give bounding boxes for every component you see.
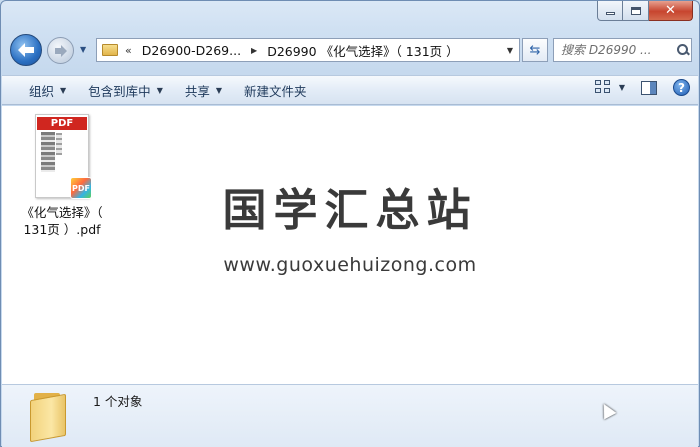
chevron-down-icon: ▼ xyxy=(60,85,67,95)
address-dropdown-button[interactable]: ▼ xyxy=(501,39,519,61)
back-button[interactable] xyxy=(10,34,42,66)
command-bar-right: ▼ ? xyxy=(594,79,690,96)
watermark-url: www.guoxuehuizong.com xyxy=(223,254,477,276)
organize-label: 组织 xyxy=(29,83,55,99)
object-count: 1 个对象 xyxy=(93,394,143,409)
command-bar: 组织 ▼ 包含到库中 ▼ 共享 ▼ 新建文件夹 ▼ ? xyxy=(2,75,698,105)
forward-button[interactable] xyxy=(47,37,74,64)
search-input[interactable] xyxy=(561,43,673,57)
close-button[interactable]: ✕ xyxy=(649,1,693,21)
chevron-down-icon: ▼ xyxy=(215,85,223,95)
include-in-library-label: 包含到库中 xyxy=(88,83,151,99)
caption-buttons: ✕ xyxy=(597,1,693,21)
folder-large-icon xyxy=(30,393,66,443)
minimize-icon xyxy=(605,12,615,15)
forward-arrow-icon xyxy=(54,44,67,57)
include-in-library-menu[interactable]: 包含到库中 ▼ xyxy=(77,78,174,102)
file-list-pane[interactable]: PDF PDF 《化气选择》（ 131页 ）.pdf 国学汇总站 www.guo… xyxy=(2,106,698,384)
breadcrumb-separator-icon[interactable]: ▶ xyxy=(251,46,257,55)
back-arrow-icon xyxy=(18,43,34,57)
breadcrumb-overflow-chevron[interactable]: « xyxy=(125,44,132,57)
new-folder-button[interactable]: 新建文件夹 xyxy=(233,78,318,102)
scan-preview xyxy=(41,132,55,172)
scan-preview-secondary xyxy=(56,133,62,155)
new-folder-label: 新建文件夹 xyxy=(244,83,307,99)
recent-pages-dropdown[interactable]: ▼ xyxy=(80,45,90,55)
watermark: 国学汇总站 www.guoxuehuizong.com xyxy=(2,174,698,276)
search-box[interactable] xyxy=(553,38,692,62)
search-icon[interactable] xyxy=(677,44,689,56)
details-pane: 1 个对象 xyxy=(2,384,698,447)
chevron-down-icon: ▼ xyxy=(156,85,163,95)
preview-pane-icon[interactable] xyxy=(641,80,657,95)
organize-menu[interactable]: 组织 ▼ xyxy=(18,78,77,102)
minimize-button[interactable] xyxy=(597,1,623,21)
views-icon[interactable] xyxy=(594,79,613,96)
pdf-banner: PDF xyxy=(37,117,87,130)
help-icon[interactable]: ? xyxy=(673,79,690,96)
explorer-window: ✕ ▼ « D26900-D269... ▶ D26990 《化气选择》（ 13… xyxy=(0,0,700,447)
share-menu[interactable]: 共享 ▼ xyxy=(174,78,233,102)
maximize-icon xyxy=(630,6,641,15)
refresh-icon: ⇆ xyxy=(529,42,541,58)
maximize-button[interactable] xyxy=(623,1,649,21)
mouse-cursor-icon xyxy=(597,400,617,420)
views-dropdown-button[interactable]: ▼ xyxy=(619,83,625,92)
refresh-button[interactable]: ⇆ xyxy=(522,38,548,62)
close-icon: ✕ xyxy=(665,3,676,18)
share-label: 共享 xyxy=(184,83,210,99)
breadcrumb-current[interactable]: D26990 《化气选择》（ 131页 ） xyxy=(263,41,462,60)
navigation-row: ▼ « D26900-D269... ▶ D26990 《化气选择》（ 131页… xyxy=(10,34,692,66)
breadcrumb-parent[interactable]: D26900-D269... xyxy=(138,43,245,58)
address-bar[interactable]: « D26900-D269... ▶ D26990 《化气选择》（ 131页 ）… xyxy=(96,38,520,62)
watermark-title: 国学汇总站 xyxy=(222,185,478,236)
folder-icon xyxy=(102,44,118,56)
